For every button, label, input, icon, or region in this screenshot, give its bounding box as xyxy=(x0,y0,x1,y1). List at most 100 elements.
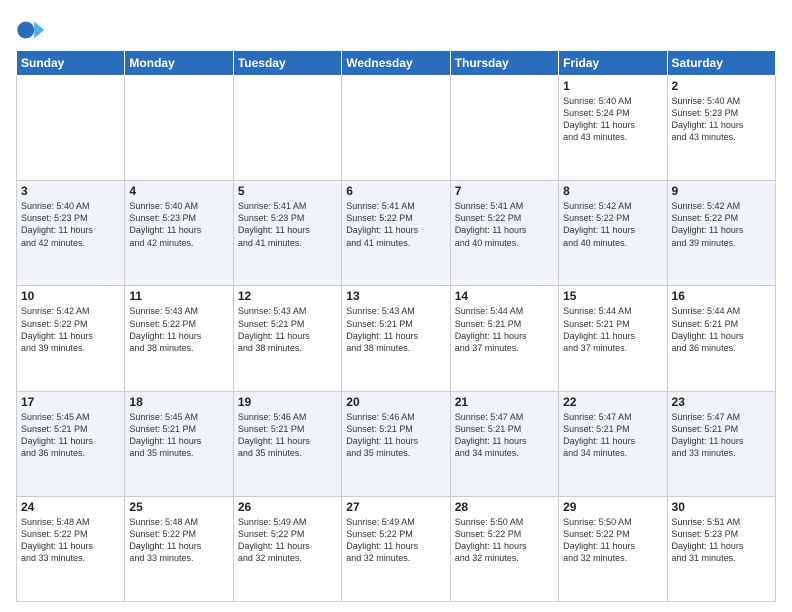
day-detail: Sunrise: 5:51 AM Sunset: 5:23 PM Dayligh… xyxy=(672,516,771,565)
day-detail: Sunrise: 5:41 AM Sunset: 5:22 PM Dayligh… xyxy=(455,200,554,249)
day-number: 12 xyxy=(238,289,337,303)
calendar-cell: 18Sunrise: 5:45 AM Sunset: 5:21 PM Dayli… xyxy=(125,391,233,496)
day-detail: Sunrise: 5:49 AM Sunset: 5:22 PM Dayligh… xyxy=(238,516,337,565)
calendar: SundayMondayTuesdayWednesdayThursdayFrid… xyxy=(16,50,776,602)
calendar-cell: 26 Sunrise: 5:49 AM Sunset: 5:22 PM Dayli… xyxy=(233,496,341,601)
day-detail: Sunrise: 5:42 AM Sunset: 5:22 PM Dayligh… xyxy=(21,305,120,354)
calendar-cell: 8 Sunrise: 5:42 AM Sunset: 5:22 PM Daylig… xyxy=(559,181,667,286)
day-detail: Sunrise: 5:49 AM Sunset: 5:22 PM Dayligh… xyxy=(346,516,445,565)
day-number: 25 xyxy=(129,500,228,514)
day-number: 5 xyxy=(238,184,337,198)
day-detail: Sunrise: 5:44 AM Sunset: 5:21 PM Dayligh… xyxy=(563,305,662,354)
calendar-cell: 28 Sunrise: 5:50 AM Sunset: 5:22 PM Dayli… xyxy=(450,496,558,601)
calendar-cell: 24 Sunrise: 5:48 AM Sunset: 5:22 PM Dayli… xyxy=(17,496,125,601)
day-detail: Sunrise: 5:48 AM Sunset: 5:22 PM Dayligh… xyxy=(21,516,120,565)
calendar-cell: 12 Sunrise: 5:43 AM Sunset: 5:21 PM Dayli… xyxy=(233,286,341,391)
day-detail: Sunrise: 5:46 AM Sunset: 5:21 PM Dayligh… xyxy=(346,411,445,460)
day-detail: Sunrise: 5:45 AM Sunset: 5:21 PM Dayligh… xyxy=(21,411,120,460)
day-detail: Sunrise: 5:48 AM Sunset: 5:22 PM Dayligh… xyxy=(129,516,228,565)
day-detail: Sunrise: 5:43 AM Sunset: 5:22 PM Dayligh… xyxy=(129,305,228,354)
day-number: 4 xyxy=(129,184,228,198)
day-detail: Sunrise: 5:42 AM Sunset: 5:22 PM Dayligh… xyxy=(563,200,662,249)
day-detail: Sunrise: 5:40 AM Sunset: 5:24 PM Dayligh… xyxy=(563,95,662,144)
calendar-cell: 22 Sunrise: 5:47 AM Sunset: 5:21 PM Dayli… xyxy=(559,391,667,496)
day-detail: Sunrise: 5:43 AM Sunset: 5:21 PM Dayligh… xyxy=(238,305,337,354)
calendar-cell: 11 Sunrise: 5:43 AM Sunset: 5:22 PM Dayli… xyxy=(125,286,233,391)
day-detail: Sunrise: 5:46 AM Sunset: 5:21 PM Dayligh… xyxy=(238,411,337,460)
weekday-header: Friday xyxy=(559,51,667,76)
weekday-header: Thursday xyxy=(450,51,558,76)
calendar-cell: 15Sunrise: 5:44 AM Sunset: 5:21 PM Dayli… xyxy=(559,286,667,391)
day-detail: Sunrise: 5:44 AM Sunset: 5:21 PM Dayligh… xyxy=(672,305,771,354)
calendar-cell: 10 Sunrise: 5:42 AM Sunset: 5:22 PM Dayli… xyxy=(17,286,125,391)
day-detail: Sunrise: 5:41 AM Sunset: 5:23 PM Dayligh… xyxy=(238,200,337,249)
calendar-cell: 30 Sunrise: 5:51 AM Sunset: 5:23 PM Dayli… xyxy=(667,496,775,601)
weekday-header: Sunday xyxy=(17,51,125,76)
calendar-week-row: 24 Sunrise: 5:48 AM Sunset: 5:22 PM Dayli… xyxy=(17,496,776,601)
calendar-week-row: 1 Sunrise: 5:40 AM Sunset: 5:24 PM Daylig… xyxy=(17,76,776,181)
calendar-cell xyxy=(125,76,233,181)
day-number: 2 xyxy=(672,79,771,93)
calendar-cell: 25 Sunrise: 5:48 AM Sunset: 5:22 PM Dayli… xyxy=(125,496,233,601)
day-detail: Sunrise: 5:40 AM Sunset: 5:23 PM Dayligh… xyxy=(672,95,771,144)
weekday-header: Tuesday xyxy=(233,51,341,76)
day-number: 9 xyxy=(672,184,771,198)
page: SundayMondayTuesdayWednesdayThursdayFrid… xyxy=(0,0,792,612)
day-detail: Sunrise: 5:50 AM Sunset: 5:22 PM Dayligh… xyxy=(455,516,554,565)
day-number: 23 xyxy=(672,395,771,409)
day-number: 11 xyxy=(129,289,228,303)
calendar-cell: 1 Sunrise: 5:40 AM Sunset: 5:24 PM Daylig… xyxy=(559,76,667,181)
calendar-cell: 7 Sunrise: 5:41 AM Sunset: 5:22 PM Daylig… xyxy=(450,181,558,286)
calendar-header-row: SundayMondayTuesdayWednesdayThursdayFrid… xyxy=(17,51,776,76)
calendar-cell: 23 Sunrise: 5:47 AM Sunset: 5:21 PM Dayli… xyxy=(667,391,775,496)
calendar-cell: 29Sunrise: 5:50 AM Sunset: 5:22 PM Dayli… xyxy=(559,496,667,601)
calendar-cell xyxy=(450,76,558,181)
weekday-header: Monday xyxy=(125,51,233,76)
calendar-cell: 4 Sunrise: 5:40 AM Sunset: 5:23 PM Daylig… xyxy=(125,181,233,286)
calendar-week-row: 17 Sunrise: 5:45 AM Sunset: 5:21 PM Dayli… xyxy=(17,391,776,496)
calendar-cell: 3Sunrise: 5:40 AM Sunset: 5:23 PM Daylig… xyxy=(17,181,125,286)
day-number: 28 xyxy=(455,500,554,514)
day-detail: Sunrise: 5:42 AM Sunset: 5:22 PM Dayligh… xyxy=(672,200,771,249)
day-detail: Sunrise: 5:40 AM Sunset: 5:23 PM Dayligh… xyxy=(129,200,228,249)
day-number: 13 xyxy=(346,289,445,303)
calendar-cell xyxy=(342,76,450,181)
day-detail: Sunrise: 5:47 AM Sunset: 5:21 PM Dayligh… xyxy=(563,411,662,460)
day-number: 1 xyxy=(563,79,662,93)
day-detail: Sunrise: 5:43 AM Sunset: 5:21 PM Dayligh… xyxy=(346,305,445,354)
calendar-cell: 17 Sunrise: 5:45 AM Sunset: 5:21 PM Dayli… xyxy=(17,391,125,496)
day-detail: Sunrise: 5:47 AM Sunset: 5:21 PM Dayligh… xyxy=(455,411,554,460)
day-number: 30 xyxy=(672,500,771,514)
calendar-cell: 27Sunrise: 5:49 AM Sunset: 5:22 PM Dayli… xyxy=(342,496,450,601)
day-number: 6 xyxy=(346,184,445,198)
calendar-cell: 16 Sunrise: 5:44 AM Sunset: 5:21 PM Dayli… xyxy=(667,286,775,391)
day-number: 21 xyxy=(455,395,554,409)
day-number: 24 xyxy=(21,500,120,514)
calendar-cell: 2 Sunrise: 5:40 AM Sunset: 5:23 PM Daylig… xyxy=(667,76,775,181)
calendar-week-row: 10 Sunrise: 5:42 AM Sunset: 5:22 PM Dayli… xyxy=(17,286,776,391)
logo-icon xyxy=(16,16,44,44)
day-number: 8 xyxy=(563,184,662,198)
day-number: 14 xyxy=(455,289,554,303)
calendar-cell: 9 Sunrise: 5:42 AM Sunset: 5:22 PM Daylig… xyxy=(667,181,775,286)
day-number: 10 xyxy=(21,289,120,303)
calendar-cell: 21 Sunrise: 5:47 AM Sunset: 5:21 PM Dayli… xyxy=(450,391,558,496)
day-detail: Sunrise: 5:47 AM Sunset: 5:21 PM Dayligh… xyxy=(672,411,771,460)
day-detail: Sunrise: 5:44 AM Sunset: 5:21 PM Dayligh… xyxy=(455,305,554,354)
day-number: 20 xyxy=(346,395,445,409)
day-number: 18 xyxy=(129,395,228,409)
day-number: 7 xyxy=(455,184,554,198)
day-number: 16 xyxy=(672,289,771,303)
day-number: 22 xyxy=(563,395,662,409)
calendar-cell: 6 Sunrise: 5:41 AM Sunset: 5:22 PM Daylig… xyxy=(342,181,450,286)
day-number: 17 xyxy=(21,395,120,409)
logo xyxy=(16,16,48,44)
day-detail: Sunrise: 5:50 AM Sunset: 5:22 PM Dayligh… xyxy=(563,516,662,565)
calendar-cell: 14 Sunrise: 5:44 AM Sunset: 5:21 PM Dayli… xyxy=(450,286,558,391)
header xyxy=(16,12,776,44)
day-detail: Sunrise: 5:41 AM Sunset: 5:22 PM Dayligh… xyxy=(346,200,445,249)
calendar-week-row: 3Sunrise: 5:40 AM Sunset: 5:23 PM Daylig… xyxy=(17,181,776,286)
weekday-header: Wednesday xyxy=(342,51,450,76)
calendar-cell: 13 Sunrise: 5:43 AM Sunset: 5:21 PM Dayli… xyxy=(342,286,450,391)
day-number: 26 xyxy=(238,500,337,514)
